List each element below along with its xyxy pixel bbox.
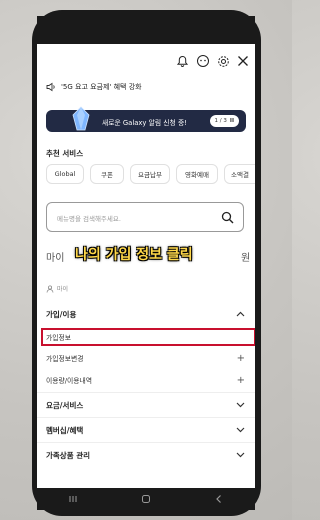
menu-usage[interactable]: 이용량/이용내역 + — [37, 370, 255, 390]
android-nav-bar — [37, 488, 255, 510]
menu-family[interactable]: 가족상품 관리 — [37, 444, 255, 466]
menu-usage-label: 이용량/이용내역 — [46, 377, 93, 385]
chip-payment[interactable]: 요금납부 — [130, 164, 170, 184]
chip-coupon[interactable]: 쿠폰 — [90, 164, 124, 184]
menu-join-info-change-label: 가입정보변경 — [46, 355, 84, 363]
banner-pager[interactable]: 1 / 3 II — [209, 115, 239, 127]
menu-join-info-change[interactable]: 가입정보변경 + — [37, 348, 255, 368]
plus-icon: + — [236, 374, 245, 386]
banner-text: 새로운 Galaxy 알림 신청 중! — [102, 119, 187, 127]
pause-icon[interactable]: II — [230, 118, 234, 124]
chevron-down-icon — [236, 451, 245, 460]
menu-plan-service[interactable]: 요금/서비스 — [37, 394, 255, 416]
back-icon[interactable] — [214, 494, 224, 504]
search-input[interactable]: 메뉴명을 검색해주세요. — [57, 213, 121, 223]
plus-icon: + — [236, 352, 245, 364]
promo-banner[interactable]: 새로운 Galaxy 알림 신청 중! 1 / 3 II — [46, 106, 246, 132]
section-my: 마이 — [46, 284, 68, 293]
chip-micropay[interactable]: 소액결 — [224, 164, 255, 184]
chip-global[interactable]: Global — [46, 164, 84, 184]
menu-plan-service-label: 요금/서비스 — [46, 400, 84, 410]
menu-join-info-label: 가입정보 — [46, 334, 72, 342]
recommend-title: 추천 서비스 — [46, 149, 84, 158]
menu-join-use[interactable]: 가입/이용 — [37, 303, 255, 325]
chatbot-icon[interactable] — [196, 54, 210, 68]
search-icon[interactable] — [221, 211, 234, 224]
home-icon[interactable] — [141, 494, 151, 504]
banner-page-indicator: 1 / 3 — [214, 118, 227, 124]
divider — [37, 442, 255, 443]
menu-membership[interactable]: 멤버십/혜택 — [37, 419, 255, 441]
divider — [37, 392, 255, 393]
crystal-icon — [72, 106, 90, 131]
chip-movie[interactable]: 영화예매 — [176, 164, 218, 184]
overlay-caption: 나의 가입 정보 클릭 — [75, 247, 193, 263]
gear-icon[interactable] — [217, 55, 230, 68]
status-bar — [37, 16, 255, 44]
announcement-bar[interactable]: '5G 요고 요금제' 혜택 강화 — [46, 82, 142, 92]
chevron-down-icon — [236, 401, 245, 410]
bell-icon[interactable] — [176, 55, 189, 68]
person-icon — [46, 284, 54, 293]
app-screen: '5G 요고 요금제' 혜택 강화 새로운 Galaxy 알림 신청 중! 1 … — [37, 44, 255, 488]
speaker-icon — [46, 82, 55, 92]
chevron-up-icon — [236, 310, 245, 319]
menu-join-info[interactable]: 가입정보 — [37, 327, 255, 347]
menu-search-box[interactable]: 메뉴명을 검색해주세요. — [46, 202, 244, 232]
divider — [37, 417, 255, 418]
menu-membership-label: 멤버십/혜택 — [46, 425, 84, 435]
recent-apps-icon[interactable] — [68, 494, 78, 504]
header-icons — [176, 54, 249, 68]
chevron-down-icon — [236, 426, 245, 435]
section-label: 마이 — [57, 286, 69, 293]
tab-right[interactable]: 원 — [241, 249, 250, 264]
close-icon[interactable] — [237, 55, 249, 67]
menu-family-label: 가족상품 관리 — [46, 450, 91, 460]
menu-join-use-label: 가입/이용 — [46, 309, 77, 319]
tab-my[interactable]: 마이 — [46, 249, 64, 264]
announcement-text: '5G 요고 요금제' 혜택 강화 — [61, 83, 142, 91]
